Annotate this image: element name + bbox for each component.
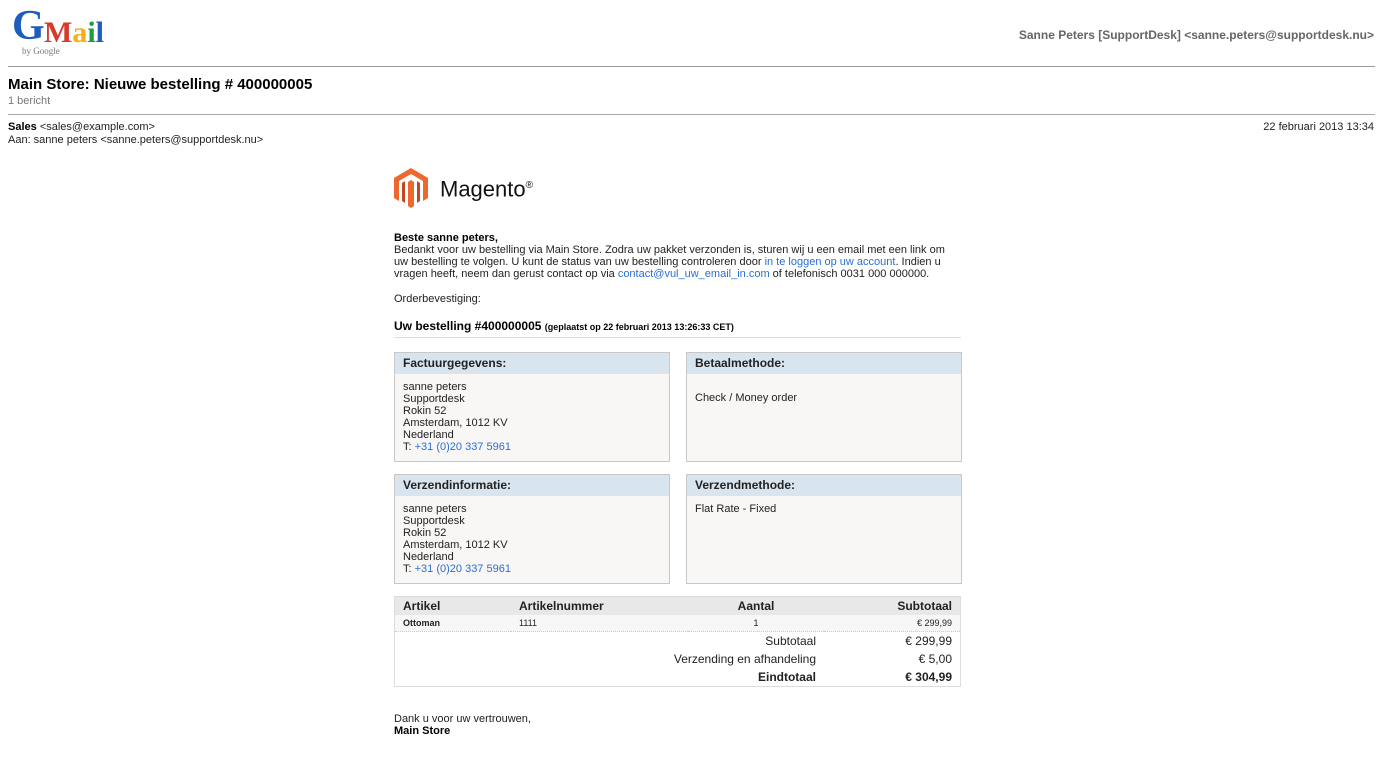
magento-wordmark: Magento®: [440, 176, 533, 202]
thread-count: 1 bericht: [8, 95, 51, 107]
contact-email-link[interactable]: contact@vul_uw_email_in.com: [618, 268, 770, 280]
intro-paragraph: Bedankt voor uw bestelling via Main Stor…: [394, 244, 945, 280]
shipping-method-title: Verzendmethode:: [687, 475, 961, 496]
gmail-logo[interactable]: G Mail by Google: [12, 4, 142, 56]
gmail-logo-sub: by Google: [22, 46, 60, 56]
divider: [8, 114, 1375, 115]
shipping-method: Flat Rate - Fixed: [695, 503, 777, 515]
table-row: Ottoman 1111 1 € 299,99: [394, 615, 961, 632]
order-title: Uw bestelling #400000005 (geplaatst op 2…: [394, 320, 961, 338]
recipient: Aan: sanne peters <sanne.peters@supportd…: [8, 134, 264, 146]
login-link[interactable]: in te loggen op uw account: [765, 256, 896, 268]
divider: [8, 66, 1375, 67]
billing-phone-link[interactable]: +31 (0)20 337 5961: [415, 441, 511, 453]
shipping-method-box: Verzendmethode: Flat Rate - Fixed: [686, 474, 962, 584]
sender: Sales <sales@example.com>: [8, 121, 155, 133]
payment-box: Betaalmethode: Check / Money order: [686, 352, 962, 462]
greeting: Beste sanne peters,: [394, 232, 498, 244]
shipping-phone-link[interactable]: +31 (0)20 337 5961: [415, 563, 511, 575]
order-info-boxes: Factuurgegevens: sanne peters Supportdes…: [394, 352, 962, 584]
message-date: 22 februari 2013 13:34: [1263, 121, 1374, 133]
order-placed-date: (geplaatst op 22 februari 2013 13:26:33 …: [544, 322, 734, 332]
payment-method: Check / Money order: [695, 392, 798, 404]
email-body: Magento® Beste sanne peters, Bedankt voo…: [394, 166, 962, 737]
magento-logo: Magento®: [394, 166, 961, 210]
table-header-row: Artikel Artikelnummer Aantal Subtotaal: [394, 596, 961, 615]
shipping-row: Verzending en afhandeling € 5,00: [394, 650, 961, 668]
subtotal-row: Subtotaal € 299,99: [394, 631, 961, 650]
order-confirmation-label: Orderbevestiging:: [394, 293, 481, 305]
sender-email: <sales@example.com>: [39, 121, 155, 133]
grand-total-row: Eindtotaal € 304,99: [394, 668, 961, 687]
gmail-header: G Mail by Google Sanne Peters [SupportDe…: [0, 0, 1382, 66]
thread-subject: Main Store: Nieuwe bestelling # 40000000…: [8, 76, 313, 93]
order-items-table: Artikel Artikelnummer Aantal Subtotaal O…: [394, 596, 961, 687]
shipping-box: Verzendinformatie: sanne peters Supportd…: [394, 474, 670, 584]
billing-box: Factuurgegevens: sanne peters Supportdes…: [394, 352, 670, 462]
magento-icon: [394, 168, 428, 208]
store-signature: Main Store: [394, 725, 451, 737]
sender-name: Sales: [8, 121, 37, 133]
closing-text: Dank u voor uw vertrouwen,: [394, 713, 531, 725]
account-label: Sanne Peters [SupportDesk] <sanne.peters…: [1018, 28, 1374, 42]
billing-title: Factuurgegevens:: [395, 353, 669, 374]
payment-title: Betaalmethode:: [687, 353, 961, 374]
shipping-title: Verzendinformatie:: [395, 475, 669, 496]
